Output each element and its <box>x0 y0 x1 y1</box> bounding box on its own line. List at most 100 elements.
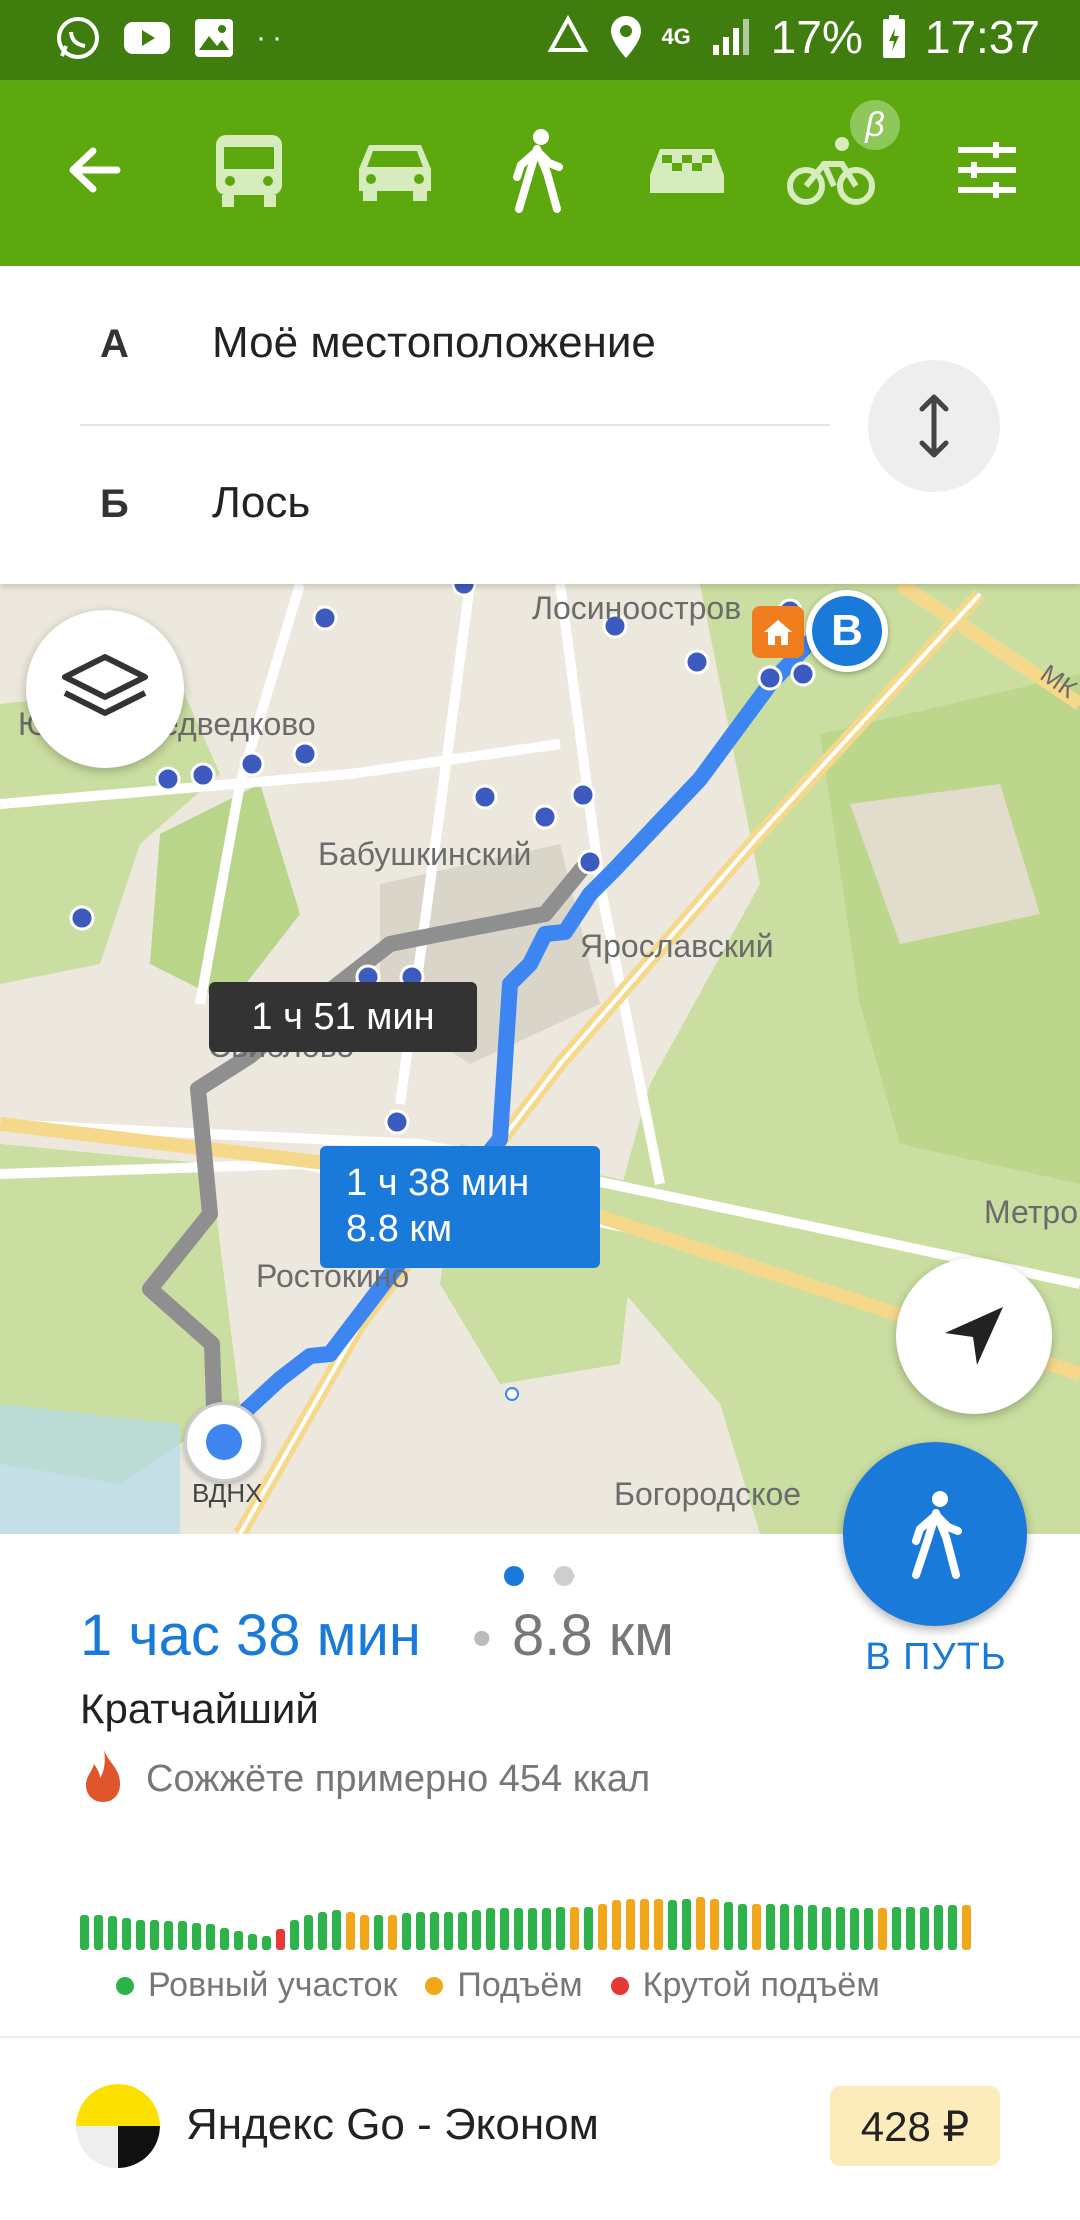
elevation-bar <box>864 1908 873 1950</box>
mode-walk[interactable] <box>482 120 592 220</box>
main-route-time: 1 ч 38 мин <box>346 1162 530 1204</box>
elevation-bar <box>234 1931 243 1950</box>
go-label[interactable]: В ПУТЬ <box>836 1636 1036 1679</box>
alt-route-time-label[interactable]: 1 ч 51 мин <box>209 982 477 1052</box>
route-inputs: А Моё местоположение Б Лось <box>0 266 1080 584</box>
youtube-icon <box>124 22 170 54</box>
map-label-metro: Метро <box>984 1194 1078 1230</box>
legend-flat-dot <box>116 1976 134 1995</box>
elevation-bar <box>570 1907 579 1950</box>
elevation-bar <box>878 1908 887 1950</box>
elevation-bar <box>808 1905 817 1950</box>
elevation-bar <box>738 1904 747 1950</box>
mode-taxi[interactable] <box>632 120 742 220</box>
elevation-bar <box>724 1902 733 1950</box>
whatsapp-icon <box>57 17 99 59</box>
current-location-dot <box>206 1424 242 1460</box>
home-marker[interactable] <box>752 606 804 658</box>
page-dot <box>554 1566 574 1586</box>
elevation-bar <box>514 1908 523 1950</box>
filter-settings-icon <box>958 142 1016 198</box>
elevation-bar <box>752 1904 761 1950</box>
map-label-babushkinsky: Бабушкинский <box>318 836 532 872</box>
elevation-bar <box>766 1904 775 1950</box>
home-icon <box>764 620 792 645</box>
legend-steep-dot <box>610 1976 629 1995</box>
elevation-bar <box>402 1913 411 1950</box>
elevation-bar <box>682 1899 691 1950</box>
elevation-bar <box>374 1915 383 1950</box>
elevation-bar <box>934 1905 943 1950</box>
elevation-bar <box>178 1921 187 1950</box>
elevation-bar <box>206 1924 215 1950</box>
elevation-bar <box>696 1897 705 1950</box>
elevation-bar <box>122 1918 131 1950</box>
battery-percent: 17% <box>770 11 863 63</box>
elevation-bar <box>220 1928 229 1950</box>
beta-badge: β <box>850 100 900 150</box>
elevation-bar <box>164 1921 173 1950</box>
filter-settings-button[interactable] <box>932 120 1042 220</box>
elevation-bar <box>150 1920 159 1950</box>
elevation-bar <box>598 1904 607 1950</box>
elevation-bar <box>108 1916 117 1950</box>
more-dots-icon: ·· <box>256 21 288 54</box>
elevation-bar <box>500 1908 509 1950</box>
to-field[interactable]: Лось <box>212 478 310 528</box>
legend-climb-dot <box>425 1976 444 1995</box>
elevation-bar <box>458 1912 467 1950</box>
destination-marker-letter: B <box>812 596 882 666</box>
main-route-distance: 8.8 км <box>346 1208 453 1250</box>
elevation-bar <box>668 1900 677 1950</box>
taxi-name[interactable]: Яндекс Go - Эконом <box>186 2100 599 2150</box>
yandex-go-logo <box>76 2084 160 2168</box>
calories-text: Сожжёте примерно 454 ккал <box>146 1758 651 1800</box>
elevation-bar <box>276 1929 285 1950</box>
elevation-bar <box>416 1912 425 1950</box>
mode-car[interactable] <box>340 120 450 220</box>
elevation-bar <box>780 1904 789 1950</box>
layers-icon <box>62 654 148 716</box>
taxi-price[interactable]: 428 ₽ <box>830 2086 1000 2166</box>
current-location-marker[interactable] <box>184 1402 264 1482</box>
swap-button[interactable] <box>868 360 1000 492</box>
elevation-bar <box>80 1915 89 1950</box>
elevation-bar <box>584 1907 593 1950</box>
network-type: 4G <box>661 24 691 49</box>
elevation-bar <box>248 1934 257 1950</box>
elevation-bar <box>262 1936 271 1950</box>
elevation-bar <box>626 1899 635 1950</box>
destination-marker[interactable]: B <box>806 590 888 672</box>
elevation-bar <box>304 1915 313 1950</box>
clock: 17:37 <box>924 11 1040 63</box>
walk-icon <box>912 1491 962 1579</box>
elevation-bar <box>654 1899 663 1950</box>
fire-icon <box>86 1750 120 1802</box>
map-label-bogorodskoe: Богородское <box>614 1476 802 1512</box>
status-bar: ·· 4G 17% 17:37 <box>0 0 1080 80</box>
map-label-yaroslavsky: Ярославский <box>580 928 774 964</box>
from-field[interactable]: Моё местоположение <box>212 318 656 368</box>
elevation-bar <box>612 1900 621 1950</box>
elevation-bar <box>290 1920 299 1950</box>
map[interactable]: Лосиноостров Южное Медведково Бабушкинск… <box>0 584 1080 1534</box>
back-button[interactable] <box>38 120 148 220</box>
go-button[interactable] <box>843 1442 1027 1626</box>
gallery-icon <box>195 19 233 57</box>
legend-flat: Ровный участок <box>116 1966 397 2005</box>
mode-bus[interactable] <box>194 120 304 220</box>
elevation-bar <box>388 1915 397 1950</box>
route-distance: 8.8 км <box>512 1603 674 1668</box>
map-label-losinoostrov: Лосиноостров <box>532 590 742 626</box>
my-location-button[interactable] <box>896 1258 1052 1414</box>
elevation-bar <box>906 1907 915 1950</box>
main-route-label[interactable]: 1 ч 38 мин 8.8 км <box>320 1146 600 1268</box>
elevation-chart <box>80 1870 990 1950</box>
layers-button[interactable] <box>26 610 184 768</box>
car-icon <box>359 145 431 201</box>
elevation-bar <box>332 1910 341 1950</box>
signal-icon <box>712 19 749 55</box>
back-arrow-icon <box>69 147 121 193</box>
battery-icon <box>882 15 905 58</box>
walk-icon <box>513 129 563 213</box>
